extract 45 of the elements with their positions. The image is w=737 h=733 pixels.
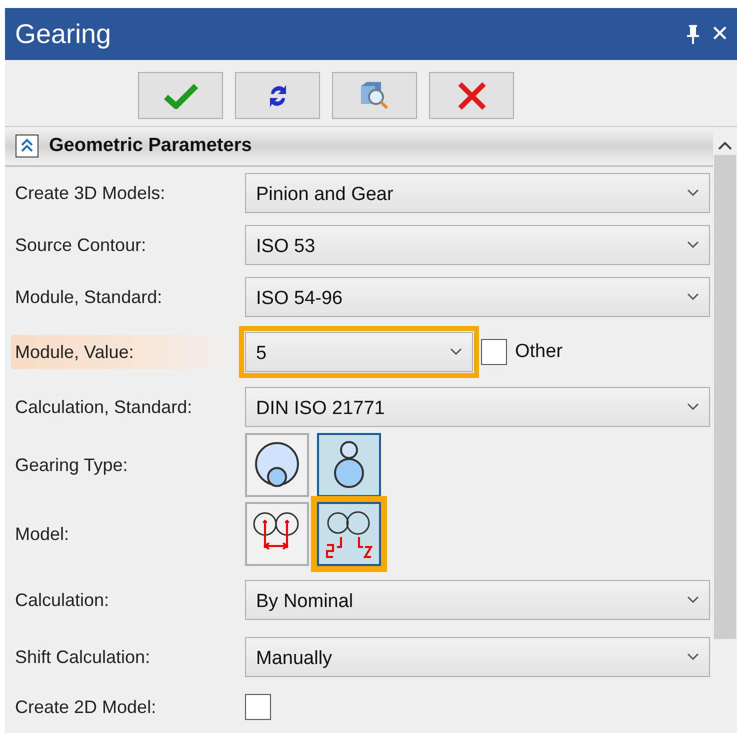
external-gear-icon: [332, 440, 366, 490]
option-button[interactable]: [245, 502, 309, 566]
option-button[interactable]: [317, 433, 381, 497]
dropdown[interactable]: Pinion and Gear: [245, 173, 710, 213]
option-button[interactable]: [245, 433, 309, 497]
ok-button[interactable]: [138, 72, 223, 119]
field-label: Model:: [14, 522, 70, 546]
field-label: Source Contour:: [14, 234, 148, 256]
close-icon: [456, 80, 486, 110]
scroll-thumb[interactable]: [714, 155, 736, 639]
collapse-icon[interactable]: [15, 134, 39, 158]
field-label: Module, Standard:: [14, 286, 164, 308]
chevron-icon: [687, 293, 699, 301]
chevron-icon: [687, 189, 699, 197]
checkbox[interactable]: [481, 339, 507, 365]
field-label: Calculation:: [14, 588, 110, 612]
internal-gear-icon: [253, 441, 301, 489]
field-label: Calculation, Standard:: [14, 396, 194, 418]
chevron-icon: [687, 403, 699, 411]
dropdown[interactable]: By Nominal: [245, 580, 710, 620]
field-label: Create 3D Models:: [14, 182, 166, 204]
cancel-button[interactable]: [429, 72, 514, 119]
field-label: Create 2D Model:: [14, 696, 158, 718]
refresh-button[interactable]: [235, 72, 320, 119]
chevron-icon: [687, 653, 699, 661]
dropdown[interactable]: ISO 54-96: [245, 277, 710, 317]
chevron-icon: [450, 348, 462, 356]
checkbox[interactable]: [245, 694, 271, 720]
field-label: Shift Calculation:: [14, 646, 152, 668]
pin-icon[interactable]: [684, 23, 701, 45]
checkmark-icon: [164, 82, 198, 108]
gear-teeth-icon: [323, 509, 375, 559]
checkbox-label: Other: [515, 341, 563, 363]
dropdown[interactable]: Manually: [245, 637, 710, 677]
section-header[interactable]: Geometric Parameters: [5, 127, 713, 167]
chevron-icon: [687, 241, 699, 249]
dropdown[interactable]: DIN ISO 21771: [245, 387, 710, 427]
preview-button[interactable]: [332, 72, 417, 119]
chevron-icon: [687, 596, 699, 604]
dropdown[interactable]: ISO 53: [245, 225, 710, 265]
field-label: Gearing Type:: [14, 454, 129, 477]
window-title: Gearing: [15, 18, 112, 50]
scroll-up-icon[interactable]: [718, 141, 732, 151]
section-title: Geometric Parameters: [49, 135, 252, 157]
close-button[interactable]: ✕: [710, 22, 729, 46]
